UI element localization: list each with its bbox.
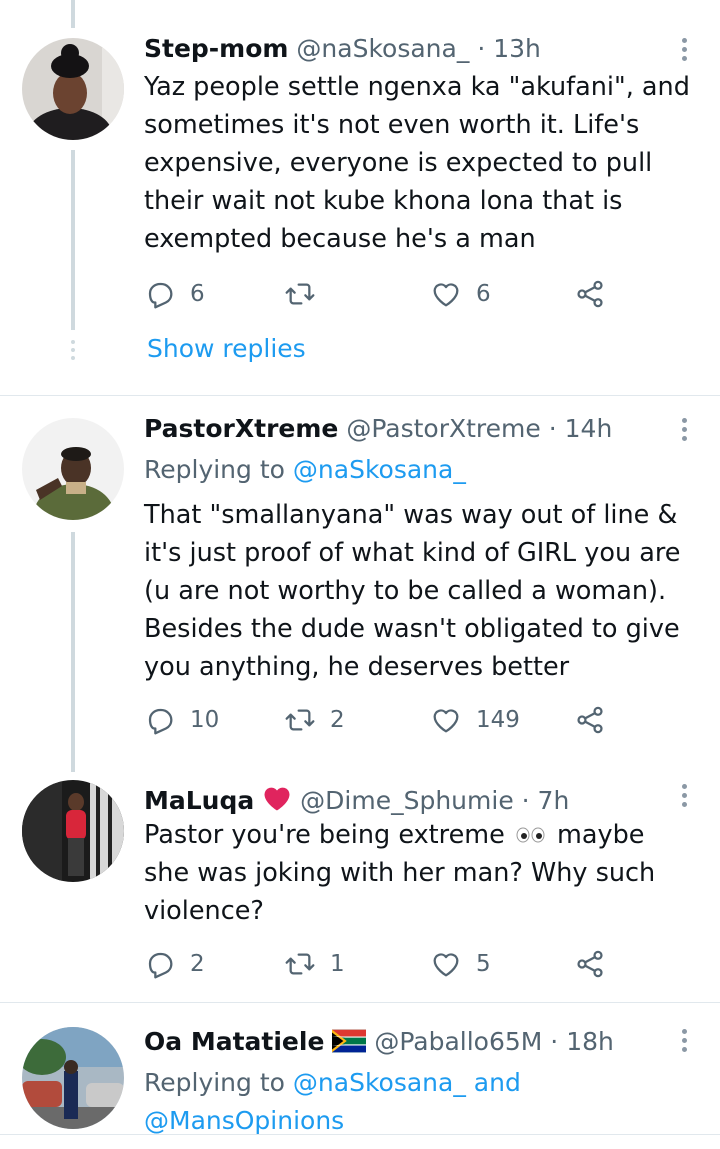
retweet-button[interactable]: 2 (284, 702, 345, 738)
like-button[interactable]: 149 (430, 702, 520, 738)
retweet-icon (285, 283, 315, 305)
replying-to-handle[interactable]: @naSkosana_ (293, 455, 466, 484)
retweet-count: 2 (330, 707, 345, 733)
like-icon (433, 283, 459, 307)
share-icon (577, 950, 603, 978)
reply-count: 6 (190, 281, 205, 307)
heart-emoji (262, 784, 292, 818)
timestamp[interactable]: · 18h (550, 1027, 614, 1056)
like-count: 6 (476, 281, 491, 307)
tweet-actions: 10 2 149 (144, 702, 624, 738)
tweet-pastorxtreme[interactable]: PastorXtreme @PastorXtreme · 14h Replyin… (0, 396, 720, 776)
display-name[interactable]: Oa Matatiele (144, 1027, 324, 1056)
retweet-count: 1 (330, 951, 345, 977)
tweet-header: Step-mom @naSkosana_ · 13h (144, 34, 660, 63)
like-count: 5 (476, 951, 491, 977)
user-handle[interactable]: @naSkosana_ (296, 34, 469, 63)
replying-to-handle[interactable]: @naSkosana_ and (293, 1068, 521, 1097)
eyes-emoji (513, 820, 557, 850)
tweet-text: That "smallanyana" was way out of line &… (144, 500, 681, 682)
share-button[interactable] (574, 946, 606, 982)
like-icon (433, 709, 459, 733)
timestamp[interactable]: · 7h (522, 786, 570, 815)
tweet-actions: 6 6 (144, 276, 624, 312)
replying-to-label: Replying to (144, 1068, 285, 1097)
timestamp[interactable]: · 13h (477, 34, 541, 63)
more-icon[interactable] (682, 38, 688, 65)
reply-button[interactable]: 2 (144, 946, 205, 982)
share-button[interactable] (574, 702, 606, 738)
south-africa-flag (332, 1029, 367, 1059)
show-replies-link[interactable]: Show replies (147, 334, 306, 363)
retweet-icon (285, 953, 315, 975)
reply-icon (148, 952, 173, 979)
avatar[interactable] (22, 418, 124, 520)
tweet-maluqa[interactable]: MaLuqa @Dime_Sphumie · 7h Pastor you're … (0, 776, 720, 1002)
like-icon (433, 953, 459, 977)
display-name[interactable]: MaLuqa (144, 786, 254, 815)
share-button[interactable] (574, 276, 606, 312)
display-name[interactable]: PastorXtreme (144, 414, 338, 443)
reply-count: 2 (190, 951, 205, 977)
reply-icon (148, 282, 173, 309)
user-handle[interactable]: @Paballo65M (374, 1027, 542, 1056)
user-handle[interactable]: @Dime_Sphumie (300, 786, 514, 815)
tweet-header: PastorXtreme @PastorXtreme · 14h (144, 414, 660, 443)
avatar[interactable] (22, 38, 124, 140)
retweet-icon (285, 709, 315, 731)
like-button[interactable]: 5 (430, 946, 491, 982)
tweet-text: Yaz people settle ngenxa ka "akufani", a… (144, 72, 690, 254)
tweet-text-part1: Pastor you're being extreme (144, 820, 505, 850)
like-count: 149 (476, 707, 520, 733)
tweet-step-mom[interactable]: Step-mom @naSkosana_ · 13h Yaz people se… (0, 0, 720, 395)
reply-icon (148, 708, 173, 735)
user-handle[interactable]: @PastorXtreme (346, 414, 540, 443)
tweet-header: Oa Matatiele @Paballo65M · 18h (144, 1027, 660, 1059)
like-button[interactable]: 6 (430, 276, 491, 312)
timestamp[interactable]: · 14h (549, 414, 613, 443)
tweet-text: Pastor you're being extreme maybe she wa… (144, 816, 690, 930)
retweet-button[interactable] (284, 276, 330, 312)
display-name[interactable]: Step-mom (144, 34, 288, 63)
tweet-actions: 2 1 5 (144, 946, 624, 982)
reply-button[interactable]: 6 (144, 276, 205, 312)
share-icon (577, 706, 603, 734)
tweet-oa-matatiele[interactable]: Oa Matatiele @Paballo65M · 18h Replying … (0, 1003, 720, 1149)
more-icon[interactable] (682, 418, 688, 445)
share-icon (577, 280, 603, 308)
more-icon[interactable] (682, 1029, 688, 1056)
reply-button[interactable]: 10 (144, 702, 219, 738)
avatar[interactable] (22, 780, 124, 882)
replying-to: Replying to @naSkosana_ (144, 451, 700, 489)
more-icon[interactable] (682, 784, 688, 811)
divider-bottom (0, 1134, 720, 1135)
retweet-button[interactable]: 1 (284, 946, 345, 982)
replying-to: Replying to @naSkosana_ and @MansOpinion… (144, 1064, 700, 1140)
replying-to-handle-2[interactable]: @MansOpinions (144, 1106, 344, 1135)
replying-to-label: Replying to (144, 455, 285, 484)
avatar[interactable] (22, 1027, 124, 1129)
tweet-header: MaLuqa @Dime_Sphumie · 7h (144, 784, 660, 818)
reply-count: 10 (190, 707, 220, 733)
